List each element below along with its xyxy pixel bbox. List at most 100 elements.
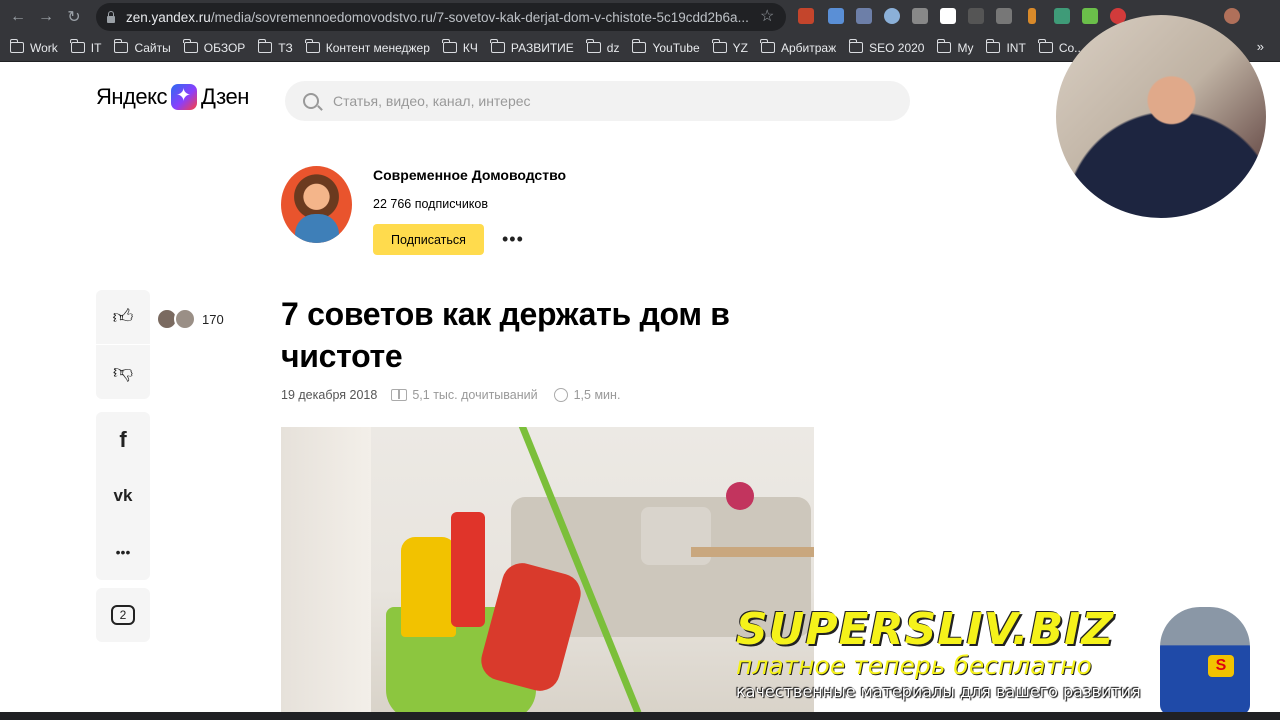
bookmark-folder[interactable]: РАЗВИТИЕ: [490, 39, 574, 55]
share-more-button[interactable]: •••: [96, 524, 150, 580]
comments-button[interactable]: 2: [96, 588, 150, 642]
bookmark-folder[interactable]: INT: [985, 39, 1026, 55]
bookmark-folder[interactable]: SEO 2020: [848, 39, 924, 55]
photo-cloth: [476, 558, 586, 696]
article-cover-image: [281, 427, 814, 720]
bookmark-star-icon[interactable]: ☆: [760, 6, 774, 26]
forward-icon[interactable]: →: [32, 3, 60, 31]
watermark-tagline: качественные материалы для вашего развит…: [736, 682, 1141, 701]
thumbs-up-icon: 👍︎: [112, 306, 134, 328]
lock-icon: [106, 11, 116, 23]
share-vk-button[interactable]: vk: [96, 468, 150, 524]
zen-star-icon: [170, 84, 197, 110]
reload-icon[interactable]: ↻: [60, 3, 88, 31]
comments-count: 2: [119, 608, 127, 622]
logo-zen-text: Дзен: [200, 84, 249, 109]
bookmark-folder[interactable]: Арбитраж: [760, 39, 836, 55]
watermark-title: SUPERSLIV.BIZ: [736, 604, 1115, 655]
article-title: 7 советов как держать дом в чистоте: [281, 296, 730, 374]
article-date: 19 декабря 2018: [281, 388, 378, 402]
like-button[interactable]: 👍︎: [96, 290, 150, 344]
channel-more-button[interactable]: •••: [502, 229, 524, 250]
watermark: SUPERSLIV.BIZ платное теперь бесплатно к…: [736, 604, 1141, 702]
share-panel: f vk •••: [96, 412, 150, 580]
watermark-subtitle: платное теперь бесплатно: [736, 651, 1092, 680]
bookmark-folder[interactable]: ОБЗОР: [183, 39, 245, 55]
photo-shelf: [281, 427, 371, 720]
bookmark-folder[interactable]: КЧ: [442, 39, 478, 55]
extension-icon[interactable]: [1082, 8, 1098, 24]
back-icon[interactable]: ←: [4, 3, 32, 31]
folder-icon: [712, 39, 727, 53]
extension-icon[interactable]: [798, 8, 814, 24]
extension-icon[interactable]: [940, 8, 956, 24]
folder-icon: [9, 39, 24, 53]
clock-icon: [553, 388, 568, 402]
folder-icon: [760, 39, 775, 53]
folder-icon: [985, 39, 1001, 53]
facebook-icon: f: [119, 427, 127, 452]
folder-icon: [70, 39, 85, 53]
logo-yandex-text: Яндекс: [96, 84, 167, 109]
bookmark-folder[interactable]: My: [936, 39, 973, 55]
folder-icon: [442, 39, 457, 53]
bookmark-folder[interactable]: YouTube: [631, 39, 700, 55]
bookmark-folder[interactable]: Work: [9, 39, 58, 55]
folder-icon: [305, 39, 320, 53]
profile-avatar[interactable]: [1224, 8, 1240, 24]
photo-bottle: [401, 537, 456, 637]
browser-toolbar: ← → ↻ zen.yandex.ru /media/sovremennoedo…: [0, 0, 1280, 34]
folder-icon: [257, 39, 273, 53]
article-read-time: 1,5 мин.: [573, 388, 621, 402]
bookmarks-overflow-button[interactable]: »: [1257, 39, 1264, 54]
webcam-overlay: [1056, 15, 1266, 218]
bookmark-folder[interactable]: dz: [586, 39, 619, 55]
extension-icon[interactable]: [828, 8, 844, 24]
search-input[interactable]: Статья, видео, канал, интерес: [285, 81, 910, 121]
extension-icon[interactable]: [856, 8, 872, 24]
extension-icon[interactable]: [884, 8, 900, 24]
comment-bubble-icon: 2: [111, 605, 135, 625]
share-facebook-button[interactable]: f: [96, 412, 150, 468]
extension-icon[interactable]: [912, 8, 928, 24]
dislike-button[interactable]: 👎︎: [96, 345, 150, 399]
extension-icon[interactable]: [996, 8, 1012, 24]
folder-icon: [490, 39, 505, 53]
subscribe-button[interactable]: Подписаться: [373, 224, 484, 255]
extension-icon[interactable]: [1028, 8, 1036, 24]
bookmark-folder[interactable]: Сайты: [113, 39, 171, 55]
channel-avatar[interactable]: [281, 166, 352, 243]
folder-icon: [586, 39, 601, 53]
folder-icon: [183, 39, 198, 53]
article-meta: 19 декабря 2018 5,1 тыс. дочитываний 1,5…: [281, 388, 620, 402]
photo-flower: [726, 482, 754, 510]
address-bar[interactable]: zen.yandex.ru /media/sovremennoedomovods…: [96, 3, 786, 31]
book-icon: [391, 389, 408, 401]
likers-list[interactable]: 170: [156, 308, 224, 330]
video-bottom-bar: [0, 712, 1280, 720]
search-placeholder: Статья, видео, канал, интерес: [333, 93, 531, 109]
comments-panel: 2: [96, 588, 150, 642]
extension-icon[interactable]: [1054, 8, 1070, 24]
bookmark-folder[interactable]: YZ: [712, 39, 748, 55]
channel-name[interactable]: Современное Домоводство: [373, 167, 566, 183]
folder-icon: [631, 39, 647, 53]
bookmark-folder[interactable]: Контент менеджер: [305, 39, 430, 55]
search-icon: [303, 93, 319, 109]
shark-mascot-logo: [1160, 607, 1250, 715]
bookmark-folder[interactable]: ТЗ: [257, 39, 293, 55]
like-count: 170: [202, 311, 224, 327]
yandex-zen-logo[interactable]: Яндекс Дзен: [96, 84, 249, 110]
reaction-panel: 👍︎ 👎︎: [96, 290, 150, 399]
bookmark-folder[interactable]: IT: [70, 39, 101, 55]
bookmark-folder[interactable]: Со...: [1038, 39, 1084, 55]
extension-icon[interactable]: [968, 8, 984, 24]
url-host: zen.yandex.ru: [126, 9, 211, 25]
thumbs-down-icon: 👎︎: [112, 361, 134, 383]
subscriber-count: 22 766 подписчиков: [373, 197, 489, 211]
article-reads: 5,1 тыс. дочитываний: [412, 388, 538, 402]
photo-spray-bottle: [451, 512, 485, 627]
url-path: /media/sovremennoedomovodstvo.ru/7-sovet…: [210, 9, 749, 25]
avatar: [174, 308, 196, 330]
folder-icon: [1038, 39, 1053, 53]
